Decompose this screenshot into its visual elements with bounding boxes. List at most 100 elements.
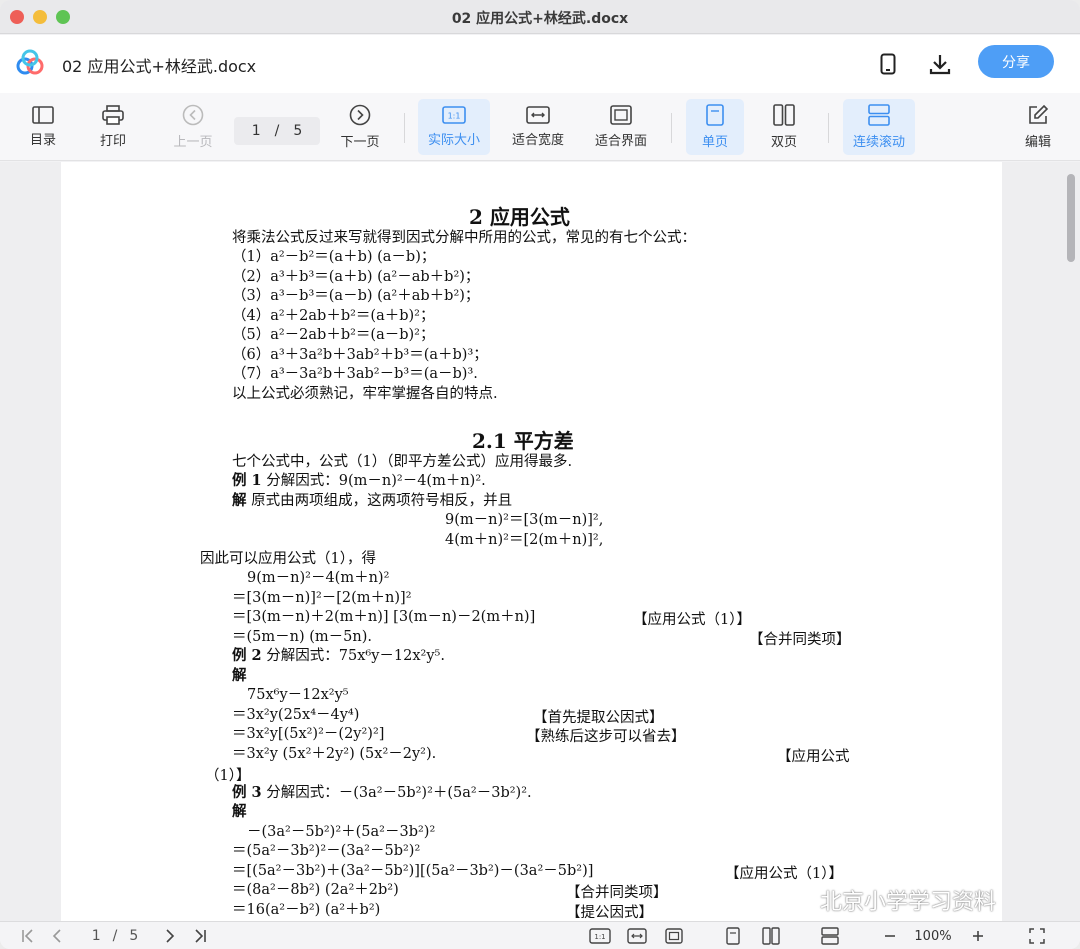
- example-text: 分解因式：－(3a²－5b²)²＋(5a²－3b²)².: [261, 785, 532, 801]
- step-note: 【首先提取公因式】: [533, 710, 664, 726]
- example-label: 例 2: [232, 647, 262, 664]
- step-line: ＝[3(m－n)＋2(m＋n)] [3(m－n)－2(m＋n)]: [232, 609, 536, 625]
- fit-page-small-icon[interactable]: [662, 927, 686, 945]
- fit-width-small-icon[interactable]: [625, 927, 649, 945]
- step-line: ＝3x²y (5x²＋2y²) (5x²－2y²).: [232, 746, 437, 762]
- equation-line: 4(m＋n)²＝[2(m＋n)]²,: [445, 532, 604, 548]
- watermark-text: 北京小学学习资料: [820, 890, 997, 915]
- example-text: 分解因式：75x⁶y－12x²y⁵.: [261, 648, 445, 664]
- double-page-button[interactable]: 双页: [756, 99, 812, 155]
- vertical-scrollbar[interactable]: [1067, 174, 1075, 262]
- zoom-in-icon[interactable]: [968, 927, 988, 945]
- fit-page-icon: [610, 105, 632, 125]
- actual-size-icon: 1:1: [442, 106, 466, 124]
- single-page-small-icon[interactable]: [722, 927, 744, 945]
- intro-text: 将乘法公式反过来写就得到因式分解中所用的公式，常见的有七个公式：: [232, 230, 696, 246]
- prev-page-button[interactable]: 上一页: [166, 99, 220, 155]
- step-line: ＝(5a²－3b²)²－(3a²－5b²)²: [232, 843, 421, 859]
- download-icon[interactable]: [927, 51, 953, 77]
- actual-size-label: 实际大小: [427, 133, 480, 148]
- print-button[interactable]: 打印: [90, 99, 136, 155]
- prev-page-icon[interactable]: [47, 927, 67, 945]
- step-line: ＝[3(m－n)]²－[2(m＋n)]²: [232, 590, 412, 606]
- toolbar-divider: [404, 113, 405, 143]
- actual-size-small-text: 1:1: [594, 933, 605, 941]
- edit-label: 编辑: [1024, 135, 1051, 150]
- continuous-scroll-button[interactable]: 连续滚动: [843, 99, 915, 155]
- share-button[interactable]: 分享: [978, 45, 1054, 78]
- print-label: 打印: [99, 134, 126, 149]
- example-label: 例 3: [232, 784, 262, 801]
- bottom-bar: 1 / 5 1:1 100%: [0, 921, 1080, 949]
- example-3-heading: 例 3 分解因式：－(3a²－5b²)²＋(5a²－3b²)².: [232, 784, 532, 802]
- fullscreen-icon[interactable]: [1026, 927, 1048, 945]
- step-note: 【合并同类项】: [566, 885, 668, 901]
- document-page: 2 应用公式 将乘法公式反过来写就得到因式分解中所用的公式，常见的有七个公式： …: [61, 162, 1002, 921]
- next-page-icon[interactable]: [160, 927, 180, 945]
- fit-width-button[interactable]: 适合宽度: [502, 99, 574, 155]
- toolbar-divider: [828, 113, 829, 143]
- example-text: 分解因式：9(m－n)²－4(m＋n)².: [261, 473, 486, 489]
- wechat-icon: [784, 889, 813, 911]
- equation-line: 9(m－n)²＝[3(m－n)]²,: [445, 512, 604, 528]
- formula-5: （5）a²－2ab＋b²＝(a－b)²；: [232, 327, 435, 343]
- edit-icon: [1029, 104, 1049, 124]
- document-name: 02 应用公式+林经武.docx: [62, 57, 257, 76]
- zoom-out-icon[interactable]: [880, 927, 900, 945]
- window-title: 02 应用公式+林经武.docx: [451, 11, 629, 27]
- app-header: 02 应用公式+林经武.docx 分享: [0, 35, 1080, 93]
- baidu-netdisk-logo-icon: [14, 49, 46, 77]
- actual-size-icon-text: 1:1: [448, 112, 461, 121]
- actual-size-button[interactable]: 1:1 实际大小: [418, 99, 490, 155]
- double-page-small-icon[interactable]: [760, 927, 782, 945]
- last-page-icon[interactable]: [190, 927, 210, 945]
- step-line: ＝(8a²－8b²) (2a²＋2b²): [232, 882, 399, 898]
- step-line: ＝3x²y(25x⁴－4y⁴): [232, 707, 360, 723]
- next-page-button[interactable]: 下一页: [333, 99, 387, 155]
- step-note: 【熟练后这步可以省去】: [526, 729, 686, 745]
- single-page-button[interactable]: 单页: [686, 99, 744, 155]
- printer-icon: [102, 105, 124, 125]
- example-1-solution: 解 原式由两项组成，这两项符号相反，并且: [232, 492, 512, 510]
- solution-label: 解: [232, 667, 247, 684]
- app-window: 02 应用公式+林经武.docx 02 应用公式+林经武.docx 分享 目录 …: [0, 0, 1080, 949]
- step-line: ＝[(5a²－3b²)＋(3a²－5b²)][(5a²－3b²)－(3a²－5b…: [232, 863, 594, 879]
- page-number-input[interactable]: 1 / 5: [234, 117, 320, 145]
- toc-label: 目录: [29, 133, 56, 148]
- continuous-scroll-small-icon[interactable]: [819, 927, 841, 945]
- step-note: 【应用公式: [777, 749, 850, 765]
- edit-button[interactable]: 编辑: [1015, 99, 1061, 155]
- double-page-label: 双页: [770, 135, 797, 150]
- formula-6: （6）a³＋3a²b＋3ab²＋b³＝(a＋b)³；: [232, 347, 488, 363]
- formula-2: （2）a³＋b³＝(a＋b) (a²－ab＋b²)；: [232, 269, 480, 285]
- chevron-right-circle-icon: [349, 104, 371, 126]
- bottom-page-indicator[interactable]: 1 / 5: [80, 927, 150, 945]
- toc-button[interactable]: 目录: [20, 99, 66, 155]
- step-note: 【提公因式】: [566, 905, 653, 921]
- bottom-current-page: 1: [91, 928, 101, 944]
- double-page-icon: [773, 104, 795, 126]
- section-title: 2.1 平方差: [472, 429, 574, 453]
- formula-3: （3）a³－b³＝(a－b) (a²＋ab＋b²)；: [232, 288, 480, 304]
- example-1-heading: 例 1 分解因式：9(m－n)²－4(m＋n)².: [232, 472, 486, 490]
- fit-page-label: 适合界面: [594, 134, 647, 149]
- fit-width-icon: [526, 106, 550, 124]
- solution-label: 解: [232, 803, 247, 820]
- watermark: 北京小学学习资料: [784, 884, 996, 916]
- formula-1: （1）a²－b²＝(a＋b) (a－b)；: [232, 249, 436, 265]
- zoom-level: 100%: [914, 928, 952, 944]
- toc-icon: [32, 106, 54, 124]
- title-bar: 02 应用公式+林经武.docx: [0, 0, 1080, 34]
- first-page-icon[interactable]: [18, 927, 38, 945]
- step-note: （1）】: [205, 768, 251, 784]
- single-page-icon: [706, 104, 724, 126]
- text-line: 因此可以应用公式（1），得: [200, 551, 376, 567]
- actual-size-small-icon[interactable]: 1:1: [588, 927, 612, 945]
- step-line: ＝16(a²－b²) (a²＋b²): [232, 902, 381, 918]
- fit-page-button[interactable]: 适合界面: [585, 99, 657, 155]
- phone-icon[interactable]: [875, 51, 901, 77]
- document-viewport[interactable]: 2 应用公式 将乘法公式反过来写就得到因式分解中所用的公式，常见的有七个公式： …: [0, 162, 1080, 921]
- example-2-heading: 例 2 分解因式：75x⁶y－12x²y⁵.: [232, 647, 445, 665]
- formula-7: （7）a³－3a²b＋3ab²－b³＝(a－b)³.: [232, 366, 478, 382]
- viewer-toolbar: 目录 打印 上一页 1 / 5 下一页 1:1 实际大小 适合宽度 适合界面 单…: [0, 93, 1080, 161]
